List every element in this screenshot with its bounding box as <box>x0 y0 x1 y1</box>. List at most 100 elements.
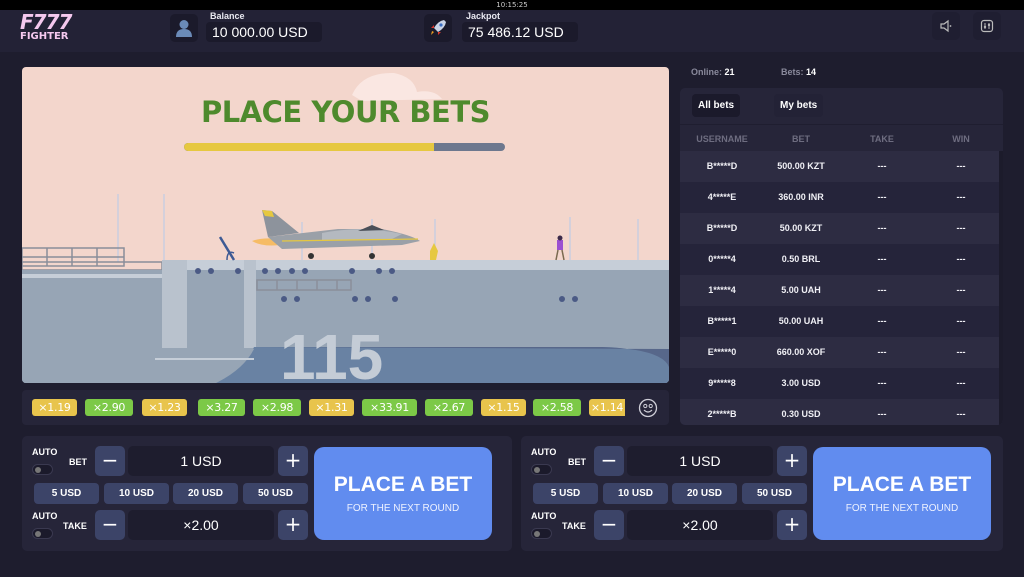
take-increase-button[interactable]: + <box>777 510 807 540</box>
bet-row-username: B*****D <box>706 223 738 233</box>
quick-bet-50[interactable]: 50 USD <box>243 483 308 504</box>
column-win: WIN <box>952 134 970 144</box>
auto-take-label: AUTO <box>531 511 557 521</box>
quick-bet-5[interactable]: 5 USD <box>533 483 598 504</box>
quick-bet-5[interactable]: 5 USD <box>34 483 99 504</box>
system-clock: 10:15:25 <box>0 0 1024 10</box>
multiplier-chip: ×1.14 <box>589 399 625 416</box>
auto-bet-toggle[interactable] <box>531 464 552 475</box>
quick-bet-20[interactable]: 20 USD <box>173 483 238 504</box>
bet-row-bet: 3.00 USD <box>781 378 821 388</box>
bet-row: 4*****E 360.00 INR --- --- <box>680 182 1003 213</box>
bet-increase-button[interactable]: + <box>777 446 807 476</box>
multiplier-chip: ×33.91 <box>362 399 417 416</box>
user-icon[interactable] <box>170 14 198 42</box>
bet-row-take: --- <box>877 161 887 171</box>
bet-row-take: --- <box>877 254 887 264</box>
bet-row-win: --- <box>956 161 966 171</box>
bet-row-take: --- <box>877 285 887 295</box>
logo-line2: FIGHTER <box>20 31 69 42</box>
bet-row-username: E*****0 <box>707 347 737 357</box>
quick-bet-10[interactable]: 10 USD <box>603 483 668 504</box>
auto-take-toggle[interactable] <box>531 528 552 539</box>
place-bet-sublabel: FOR THE NEXT ROUND <box>346 503 460 514</box>
multiplier-chip: ×1.15 <box>481 399 526 416</box>
bet-row-bet: 660.00 XOF <box>776 347 826 357</box>
top-bar: F777 FIGHTER Balance 10 000.00 USD Jackp… <box>0 10 1024 52</box>
bets-scrollbar[interactable] <box>999 151 1003 425</box>
place-bet-label: PLACE A BET <box>333 473 473 496</box>
place-bet-button[interactable]: PLACE A BET FOR THE NEXT ROUND <box>314 447 492 540</box>
bet-row-win: --- <box>956 347 966 357</box>
balance-value: 10 000.00 USD <box>206 22 322 42</box>
bet-row-username: B*****D <box>706 161 738 171</box>
bet-increase-button[interactable]: + <box>278 446 308 476</box>
tab-all-bets[interactable]: All bets <box>692 94 741 117</box>
multiplier-chip: ×2.58 <box>533 399 581 416</box>
smiley-icon <box>638 398 658 418</box>
quick-bet-10[interactable]: 10 USD <box>104 483 169 504</box>
bet-amount-input[interactable]: 1 USD <box>627 446 773 476</box>
bet-decrease-button[interactable]: − <box>594 446 624 476</box>
bet-row: 1*****4 5.00 UAH --- --- <box>680 275 1003 306</box>
bet-row-username: 4*****E <box>707 192 737 202</box>
emoji-button[interactable] <box>638 398 658 418</box>
progress-fill <box>184 143 435 151</box>
bet-row-bet: 0.30 USD <box>781 409 821 419</box>
bet-label: BET <box>568 457 586 467</box>
bet-row: E*****0 660.00 XOF --- --- <box>680 337 1003 368</box>
bet-row-username: 1*****4 <box>708 285 736 295</box>
take-decrease-button[interactable]: − <box>594 510 624 540</box>
bet-row-bet: 50.00 KZT <box>779 223 823 233</box>
bet-row-win: --- <box>956 223 966 233</box>
bet-row-bet: 0.50 BRL <box>781 254 821 264</box>
multiplier-chip: ×1.23 <box>142 399 187 416</box>
bet-row-take: --- <box>877 223 887 233</box>
multiplier-history: ×1.19 ×2.90 ×1.23 ×3.27 ×2.98 ×1.31 ×33.91 ×2.6… <box>22 390 669 425</box>
take-multiplier-input[interactable]: ×2.00 <box>128 510 274 540</box>
bet-row-username: 2*****B <box>707 409 737 419</box>
tab-my-bets[interactable]: My bets <box>774 94 824 117</box>
bet-row: 0*****4 0.50 BRL --- --- <box>680 244 1003 275</box>
bet-row-take: --- <box>877 409 887 419</box>
column-bet: BET <box>792 134 810 144</box>
jackpot-value: 75 486.12 USD <box>462 22 578 42</box>
settings-button[interactable] <box>973 12 1001 40</box>
multiplier-chip: ×2.98 <box>253 399 301 416</box>
online-count: Online: 21 <box>691 67 735 77</box>
online-value: 21 <box>724 67 735 77</box>
bets-label: Bets: <box>781 67 804 77</box>
place-bet-label: PLACE A BET <box>832 473 972 496</box>
bet-row-username: 0*****4 <box>708 254 736 264</box>
take-multiplier-input[interactable]: ×2.00 <box>627 510 773 540</box>
sound-icon <box>940 19 952 33</box>
bet-row-take: --- <box>877 378 887 388</box>
quick-bet-20[interactable]: 20 USD <box>672 483 737 504</box>
multiplier-chip: ×1.19 <box>32 399 77 416</box>
auto-bet-label: AUTO <box>32 447 58 457</box>
auto-take-toggle[interactable] <box>32 528 53 539</box>
bet-row: B*****D 500.00 KZT --- --- <box>680 151 1003 182</box>
bet-row-win: --- <box>956 285 966 295</box>
auto-bet-toggle[interactable] <box>32 464 53 475</box>
bet-amount-input[interactable]: 1 USD <box>128 446 274 476</box>
sound-toggle-button[interactable] <box>932 12 960 40</box>
multiplier-chip: ×1.31 <box>309 399 354 416</box>
bet-label: BET <box>69 457 87 467</box>
bet-row-username: B*****1 <box>707 316 737 326</box>
quick-bet-50[interactable]: 50 USD <box>742 483 807 504</box>
bet-row-bet: 50.00 UAH <box>778 316 824 326</box>
rocket-icon <box>424 14 452 42</box>
auto-take-label: AUTO <box>32 511 58 521</box>
bet-decrease-button[interactable]: − <box>95 446 125 476</box>
hull-number: 115 <box>280 321 383 383</box>
take-increase-button[interactable]: + <box>278 510 308 540</box>
multiplier-chip: ×2.90 <box>85 399 133 416</box>
place-bet-button[interactable]: PLACE A BET FOR THE NEXT ROUND <box>813 447 991 540</box>
take-label: TAKE <box>63 521 87 531</box>
bet-row-username: 9*****8 <box>708 378 736 388</box>
column-take: TAKE <box>870 134 894 144</box>
take-decrease-button[interactable]: − <box>95 510 125 540</box>
bet-row: B*****D 50.00 KZT --- --- <box>680 213 1003 244</box>
jackpot-label: Jackpot <box>466 11 501 21</box>
